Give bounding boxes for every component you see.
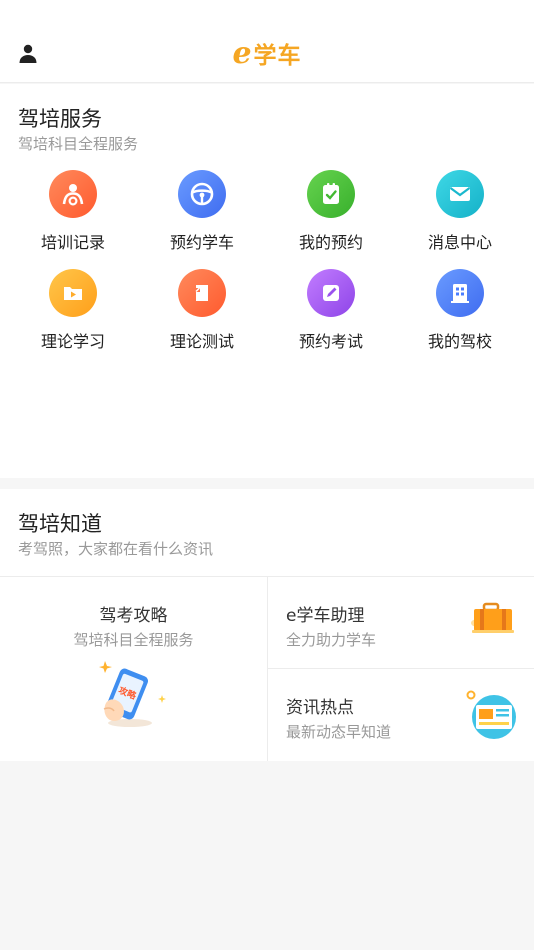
app-logo: e学车 (232, 36, 302, 71)
service-theory-study[interactable]: 理论学习 (8, 269, 138, 352)
knowledge-section: 驾培知道 考驾照，大家都在看什么资讯 驾考攻略 驾培科目全程服务 攻略 e学车助… (0, 489, 534, 761)
folder-play-icon (49, 269, 97, 317)
service-book-lesson[interactable]: 预约学车 (137, 170, 267, 253)
service-label: 我的驾校 (427, 332, 492, 351)
exam-guide-card[interactable]: 驾考攻略 驾培科目全程服务 攻略 (0, 577, 267, 761)
card-title: 资讯热点 (286, 698, 354, 718)
service-my-school[interactable]: 我的驾校 (395, 269, 525, 352)
clipboard-check-icon (307, 170, 355, 218)
test-doc-icon (178, 269, 226, 317)
news-hot-card[interactable]: 资讯热点 最新动态早知道 (268, 669, 534, 760)
mail-icon (436, 170, 484, 218)
news-icon (464, 687, 520, 743)
assistant-card[interactable]: e学车助理 全力助力学车 (268, 577, 534, 668)
service-label: 消息中心 (427, 233, 492, 252)
phone-guide-icon: 攻略 (96, 659, 172, 731)
card-title: 驾考攻略 (99, 606, 168, 626)
knowledge-subtitle: 考驾照，大家都在看什么资讯 (18, 540, 214, 558)
services-title: 驾培服务 (18, 107, 102, 131)
services-section: 驾培服务 驾培科目全程服务 培训记录 预约学车 我的预约 消息中心 理论学习 理… (0, 84, 534, 478)
service-label: 预约考试 (298, 332, 363, 351)
service-my-bookings[interactable]: 我的预约 (266, 170, 396, 253)
services-subtitle: 驾培科目全程服务 (18, 135, 139, 153)
edit-icon (307, 269, 355, 317)
service-training-records[interactable]: 培训记录 (8, 170, 138, 253)
building-icon (436, 269, 484, 317)
service-label: 理论学习 (40, 332, 105, 351)
card-subtitle: 全力助力学车 (286, 631, 377, 649)
service-label: 理论测试 (169, 332, 234, 351)
knowledge-title: 驾培知道 (18, 512, 102, 536)
steering-wheel-icon (178, 170, 226, 218)
card-title: e学车助理 (286, 606, 365, 626)
card-subtitle: 最新动态早知道 (286, 723, 392, 741)
top-bar: e学车 (0, 0, 534, 83)
service-label: 培训记录 (40, 233, 105, 252)
card-subtitle: 驾培科目全程服务 (73, 631, 194, 649)
service-message-center[interactable]: 消息中心 (395, 170, 525, 253)
service-theory-test[interactable]: 理论测试 (137, 269, 267, 352)
service-label: 预约学车 (169, 233, 234, 252)
service-label: 我的预约 (298, 233, 363, 252)
briefcase-icon (464, 595, 520, 651)
service-book-exam[interactable]: 预约考试 (266, 269, 396, 352)
driver-icon (49, 170, 97, 218)
